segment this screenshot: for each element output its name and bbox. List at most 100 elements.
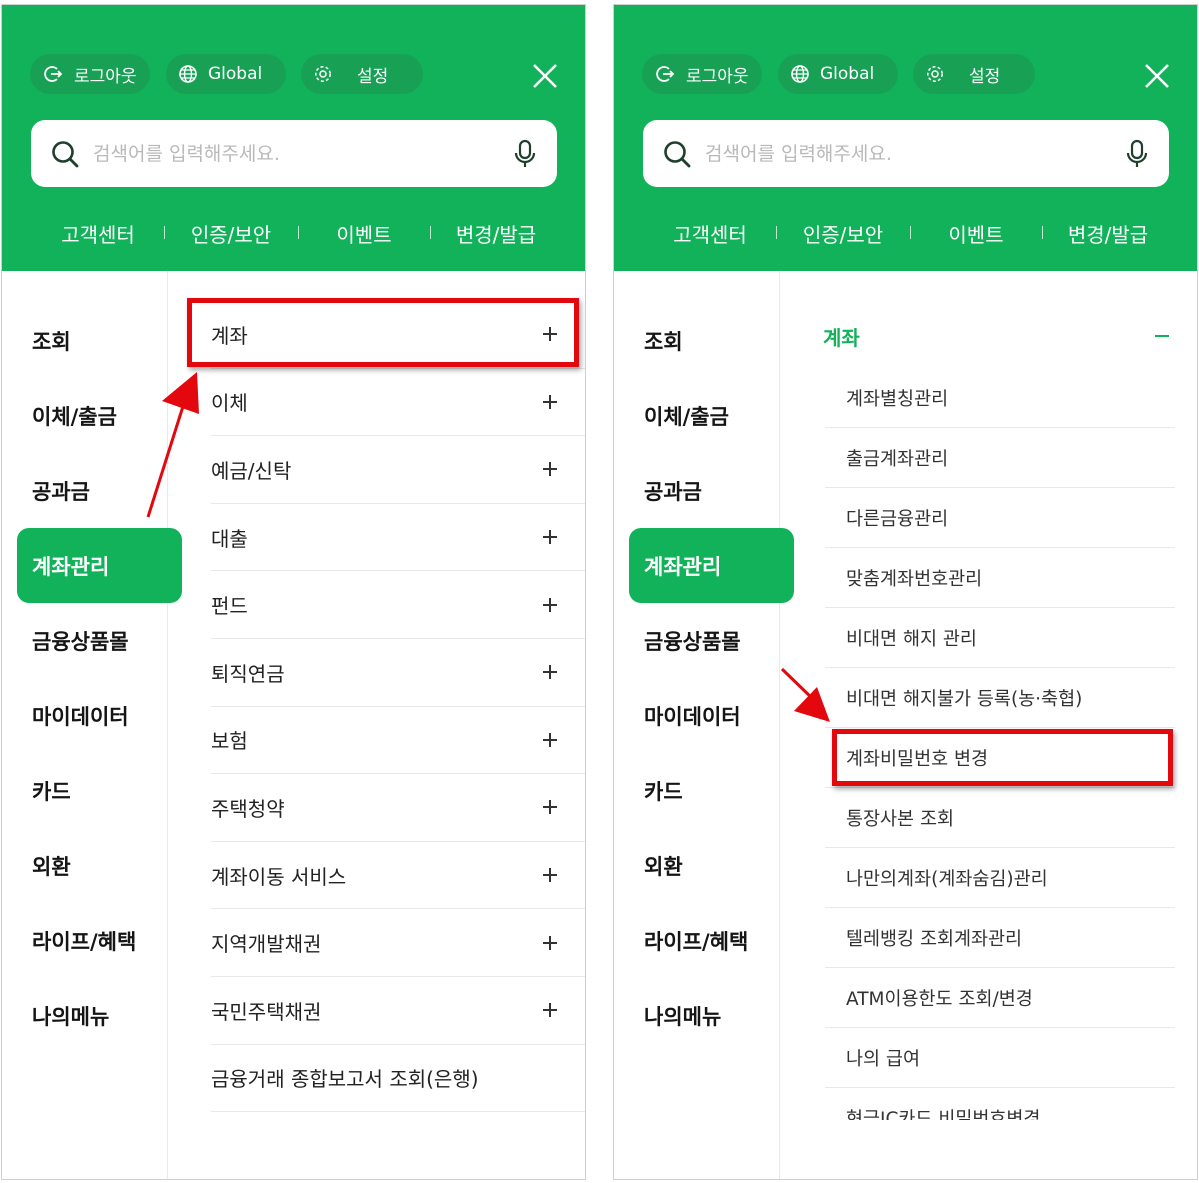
quick-link-change-issue[interactable]: 변경/발급	[1068, 219, 1148, 248]
category-financial-products[interactable]: 금융상품몰	[629, 603, 794, 678]
category-account-management[interactable]: 계좌관리	[629, 528, 794, 603]
submenu-pension[interactable]: 퇴직연금	[211, 639, 585, 707]
close-icon[interactable]	[530, 61, 560, 91]
quick-link-divider	[430, 226, 431, 239]
right-panel: 로그아웃 Global 설정 고객센터 인증/보안 이벤트 변경/발급 조회 이…	[613, 4, 1198, 1180]
submenu-insurance[interactable]: 보험	[211, 707, 585, 775]
settings-button[interactable]: 설정	[301, 54, 423, 94]
submenu-list: 계좌 이체 예금/신탁 대출 펀드 퇴직연금 보험 주택청약 계좌이동 서비스 …	[211, 301, 585, 1113]
list-item-atm-limit[interactable]: ATM이용한도 조회/변경	[825, 968, 1175, 1028]
quick-link-event[interactable]: 이벤트	[948, 219, 1003, 248]
plus-icon[interactable]	[543, 394, 557, 409]
quick-links: 고객센터 인증/보안 이벤트 변경/발급	[614, 219, 1197, 248]
close-icon[interactable]	[1142, 61, 1172, 91]
search-icon[interactable]	[663, 140, 691, 168]
global-button[interactable]: Global	[778, 54, 898, 94]
category-inquiry[interactable]: 조회	[17, 303, 182, 378]
category-life-benefits[interactable]: 라이프/혜택	[17, 903, 182, 978]
submenu-account-transfer-service[interactable]: 계좌이동 서비스	[211, 842, 585, 910]
list-item-nonface-termination-block[interactable]: 비대면 해지불가 등록(농·축협)	[825, 668, 1175, 728]
plus-icon[interactable]	[543, 732, 557, 747]
settings-button[interactable]: 설정	[913, 54, 1035, 94]
global-button[interactable]: Global	[166, 54, 286, 94]
quick-link-divider	[776, 226, 777, 239]
global-label: Global	[820, 64, 875, 84]
logout-button[interactable]: 로그아웃	[642, 54, 762, 94]
category-utility-bills[interactable]: 공과금	[629, 453, 794, 528]
quick-link-divider	[1042, 226, 1043, 239]
quick-link-divider	[164, 226, 165, 239]
quick-link-event[interactable]: 이벤트	[336, 219, 391, 248]
list-item-hidden-account[interactable]: 나만의계좌(계좌숨김)관리	[825, 848, 1175, 908]
submenu-regional-bond[interactable]: 지역개발채권	[211, 909, 585, 977]
microphone-icon[interactable]	[513, 139, 537, 169]
category-inquiry[interactable]: 조회	[629, 303, 794, 378]
category-financial-products[interactable]: 금융상품몰	[17, 603, 182, 678]
gear-icon	[927, 66, 943, 82]
menu-header: 로그아웃 Global 설정 고객센터 인증/보안 이벤트 변경/발급	[614, 5, 1197, 271]
submenu-financial-report[interactable]: 금융거래 종합보고서 조회(은행)	[211, 1045, 585, 1113]
minus-icon[interactable]	[1155, 335, 1169, 337]
highlight-box	[832, 729, 1173, 786]
category-transfer[interactable]: 이체/출금	[17, 378, 182, 453]
logout-button[interactable]: 로그아웃	[30, 54, 150, 94]
category-my-menu[interactable]: 나의메뉴	[629, 978, 794, 1053]
list-item-my-salary[interactable]: 나의 급여	[825, 1028, 1175, 1088]
submenu-fund[interactable]: 펀드	[211, 571, 585, 639]
category-card[interactable]: 카드	[17, 753, 182, 828]
search-input[interactable]	[91, 141, 513, 166]
list-item-account-alias[interactable]: 계좌별칭관리	[825, 368, 1175, 428]
category-transfer[interactable]: 이체/출금	[629, 378, 794, 453]
list-item-passbook-copy[interactable]: 통장사본 조회	[825, 788, 1175, 848]
list-item-other-financial[interactable]: 다른금융관리	[825, 488, 1175, 548]
category-foreign-exchange[interactable]: 외환	[17, 828, 182, 903]
microphone-icon[interactable]	[1125, 139, 1149, 169]
plus-icon[interactable]	[543, 800, 557, 815]
search-input[interactable]	[703, 141, 1125, 166]
search-icon[interactable]	[51, 140, 79, 168]
submenu-label: 계좌	[823, 326, 860, 350]
quick-link-customer-center[interactable]: 고객센터	[673, 219, 747, 248]
category-card[interactable]: 카드	[629, 753, 794, 828]
category-life-benefits[interactable]: 라이프/혜택	[629, 903, 794, 978]
search-bar	[31, 120, 557, 187]
list-item-ic-card-password[interactable]: 현금IC카드 비밀번호변경	[825, 1088, 1175, 1121]
quick-link-auth-security[interactable]: 인증/보안	[191, 219, 271, 248]
list-item-nonface-termination[interactable]: 비대면 해지 관리	[825, 608, 1175, 668]
quick-link-auth-security[interactable]: 인증/보안	[803, 219, 883, 248]
quick-link-change-issue[interactable]: 변경/발급	[456, 219, 536, 248]
quick-link-customer-center[interactable]: 고객센터	[61, 219, 135, 248]
search-bar	[643, 120, 1169, 187]
category-foreign-exchange[interactable]: 외환	[629, 828, 794, 903]
plus-icon[interactable]	[543, 665, 557, 680]
plus-icon[interactable]	[543, 1003, 557, 1018]
plus-icon[interactable]	[543, 935, 557, 950]
submenu-label: 예금/신탁	[211, 458, 292, 483]
plus-icon[interactable]	[543, 868, 557, 883]
list-item-telebanking-account[interactable]: 텔레뱅킹 조회계좌관리	[825, 908, 1175, 968]
submenu-deposit-trust[interactable]: 예금/신탁	[211, 436, 585, 504]
submenu-loan[interactable]: 대출	[211, 504, 585, 572]
category-utility-bills[interactable]: 공과금	[17, 453, 182, 528]
category-my-menu[interactable]: 나의메뉴	[17, 978, 182, 1053]
highlight-box	[187, 298, 579, 367]
submenu-housing-subscription[interactable]: 주택청약	[211, 774, 585, 842]
logout-label: 로그아웃	[74, 66, 137, 87]
plus-icon[interactable]	[543, 462, 557, 477]
plus-icon[interactable]	[543, 597, 557, 612]
menu-header: 로그아웃 Global 설정 고객센터 인증/보안 이벤트 변경/발급	[2, 5, 585, 271]
gear-icon	[315, 66, 331, 82]
plus-icon[interactable]	[543, 530, 557, 545]
category-account-management[interactable]: 계좌관리	[17, 528, 182, 603]
list-item-custom-account-number[interactable]: 맞춤계좌번호관리	[825, 548, 1175, 608]
list-item-withdrawal-account[interactable]: 출금계좌관리	[825, 428, 1175, 488]
submenu-label: 국민주택채권	[211, 999, 322, 1024]
category-mydata[interactable]: 마이데이터	[17, 678, 182, 753]
submenu-label: 금융거래 종합보고서 조회(은행)	[211, 1067, 479, 1092]
submenu-national-housing-bond[interactable]: 국민주택채권	[211, 977, 585, 1045]
submenu-label: 주택청약	[211, 796, 285, 821]
category-mydata[interactable]: 마이데이터	[629, 678, 794, 753]
category-menu: 조회 이체/출금 공과금 계좌관리 금융상품몰 마이데이터 카드 외환 라이프/…	[614, 271, 794, 1179]
submenu-transfer[interactable]: 이체	[211, 369, 585, 437]
submenu-account-expanded[interactable]: 계좌	[823, 301, 1197, 371]
